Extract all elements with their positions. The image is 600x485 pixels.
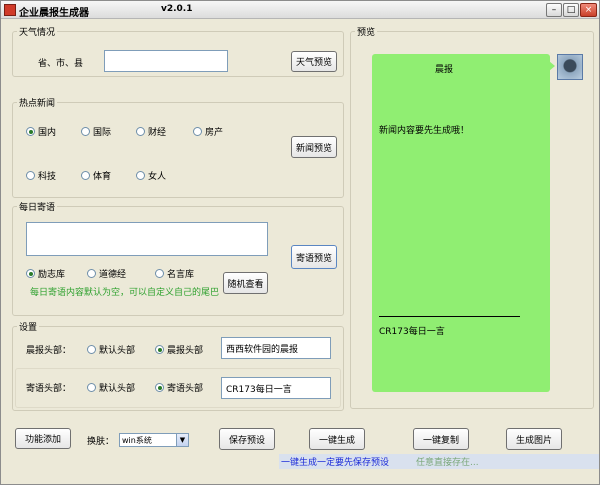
status-message: 一键生成一定要先保存预设	[279, 454, 414, 469]
region-label: 省、市、县	[38, 59, 84, 69]
skin-select-value: win系统	[122, 435, 152, 445]
title-bar: 企业晨报生成器 v2.0.1 – □ ×	[1, 1, 599, 19]
weather-preview-button[interactable]: 天气预览	[291, 51, 337, 72]
daily-group-title: 每日寄语	[17, 200, 58, 213]
radio-label: 默认头部	[99, 346, 136, 356]
radio-label: 晨报头部	[167, 346, 204, 356]
radio-dot	[136, 127, 145, 136]
footer-default-radio[interactable]: 默认头部	[87, 381, 135, 394]
footer-custom-radio[interactable]: 寄语头部	[155, 381, 203, 394]
daily-preview-button[interactable]: 寄语预览	[291, 245, 337, 269]
news-radio-realestate[interactable]: 房产	[193, 125, 223, 138]
skin-label: 换肤：	[87, 437, 115, 447]
footer-label: 寄语头部：	[26, 384, 72, 394]
version-label: v2.0.1	[161, 4, 193, 14]
radio-dot	[26, 171, 35, 180]
radio-dot	[26, 127, 35, 136]
skin-select[interactable]: win系统 ▼	[119, 433, 189, 447]
radio-label: 道德经	[99, 270, 127, 280]
news-preview-button[interactable]: 新闻预览	[291, 136, 337, 158]
radio-label: 国际	[93, 128, 112, 138]
preview-header: 晨报	[435, 65, 454, 75]
news-radio-women[interactable]: 女人	[136, 169, 166, 182]
header-input[interactable]: 西西软件园的晨报	[221, 337, 331, 359]
avatar	[557, 54, 583, 80]
region-input[interactable]	[104, 50, 228, 72]
preview-footer: CR173每日一言	[379, 327, 445, 337]
news-radio-sports[interactable]: 体育	[81, 169, 111, 182]
daily-radio-quotes[interactable]: 名言库	[155, 267, 194, 280]
radio-dot	[81, 127, 90, 136]
daily-textbox[interactable]	[26, 222, 268, 256]
status-message-secondary: 任意直接存在...	[414, 454, 599, 469]
maximize-button[interactable]: □	[563, 3, 579, 17]
header-label: 晨报头部：	[26, 346, 72, 356]
preview-content: 新闻内容要先生成哦！	[379, 126, 470, 136]
radio-label: 国内	[38, 128, 57, 138]
radio-label: 女人	[148, 172, 167, 182]
add-feature-button[interactable]: 功能添加	[15, 428, 71, 449]
news-radio-finance[interactable]: 财经	[136, 125, 166, 138]
chevron-down-icon[interactable]: ▼	[176, 434, 188, 446]
random-view-button[interactable]: 随机查看	[223, 272, 268, 294]
main-window: 企业晨报生成器 v2.0.1 – □ × 天气情况 省、市、县 天气预览 热点新…	[0, 0, 600, 485]
radio-dot	[155, 383, 164, 392]
preview-group-title: 预览	[355, 25, 378, 38]
radio-label: 房产	[205, 128, 224, 138]
close-button[interactable]: ×	[580, 3, 597, 17]
daily-radio-daodejing[interactable]: 道德经	[87, 267, 126, 280]
bubble-pointer	[549, 61, 555, 71]
radio-dot	[155, 269, 164, 278]
radio-dot	[155, 345, 164, 354]
radio-label: 名言库	[167, 270, 195, 280]
copy-button[interactable]: 一键复制	[413, 428, 469, 450]
radio-dot	[26, 269, 35, 278]
daily-radio-inspiration[interactable]: 励志库	[26, 267, 65, 280]
radio-label: 励志库	[38, 270, 66, 280]
radio-label: 科技	[38, 172, 57, 182]
header-custom-radio[interactable]: 晨报头部	[155, 343, 203, 356]
save-preset-button[interactable]: 保存预设	[219, 428, 275, 450]
preview-divider	[379, 316, 520, 317]
preview-bubble: 晨报 新闻内容要先生成哦！ CR173每日一言	[372, 54, 550, 392]
make-image-button[interactable]: 生成图片	[506, 428, 562, 450]
news-group-title: 热点新闻	[17, 96, 58, 109]
news-radio-tech[interactable]: 科技	[26, 169, 56, 182]
header-default-radio[interactable]: 默认头部	[87, 343, 135, 356]
radio-dot	[87, 383, 96, 392]
radio-label: 寄语头部	[167, 384, 204, 394]
radio-label: 财经	[148, 128, 167, 138]
radio-dot	[193, 127, 202, 136]
generate-button[interactable]: 一键生成	[309, 428, 365, 450]
radio-label: 默认头部	[99, 384, 136, 394]
radio-dot	[136, 171, 145, 180]
radio-label: 体育	[93, 172, 112, 182]
news-radio-international[interactable]: 国际	[81, 125, 111, 138]
radio-dot	[81, 171, 90, 180]
radio-dot	[87, 269, 96, 278]
window-title: 企业晨报生成器	[19, 8, 89, 19]
weather-group-title: 天气情况	[17, 25, 58, 38]
minimize-button[interactable]: –	[546, 3, 562, 17]
footer-input[interactable]: CR173每日一言	[221, 377, 331, 399]
news-radio-domestic[interactable]: 国内	[26, 125, 56, 138]
settings-group-title: 设置	[17, 320, 40, 333]
app-icon	[4, 4, 16, 16]
radio-dot	[87, 345, 96, 354]
daily-hint-text: 每日寄语内容默认为空，可以自定义自己的尾巴	[30, 288, 220, 298]
